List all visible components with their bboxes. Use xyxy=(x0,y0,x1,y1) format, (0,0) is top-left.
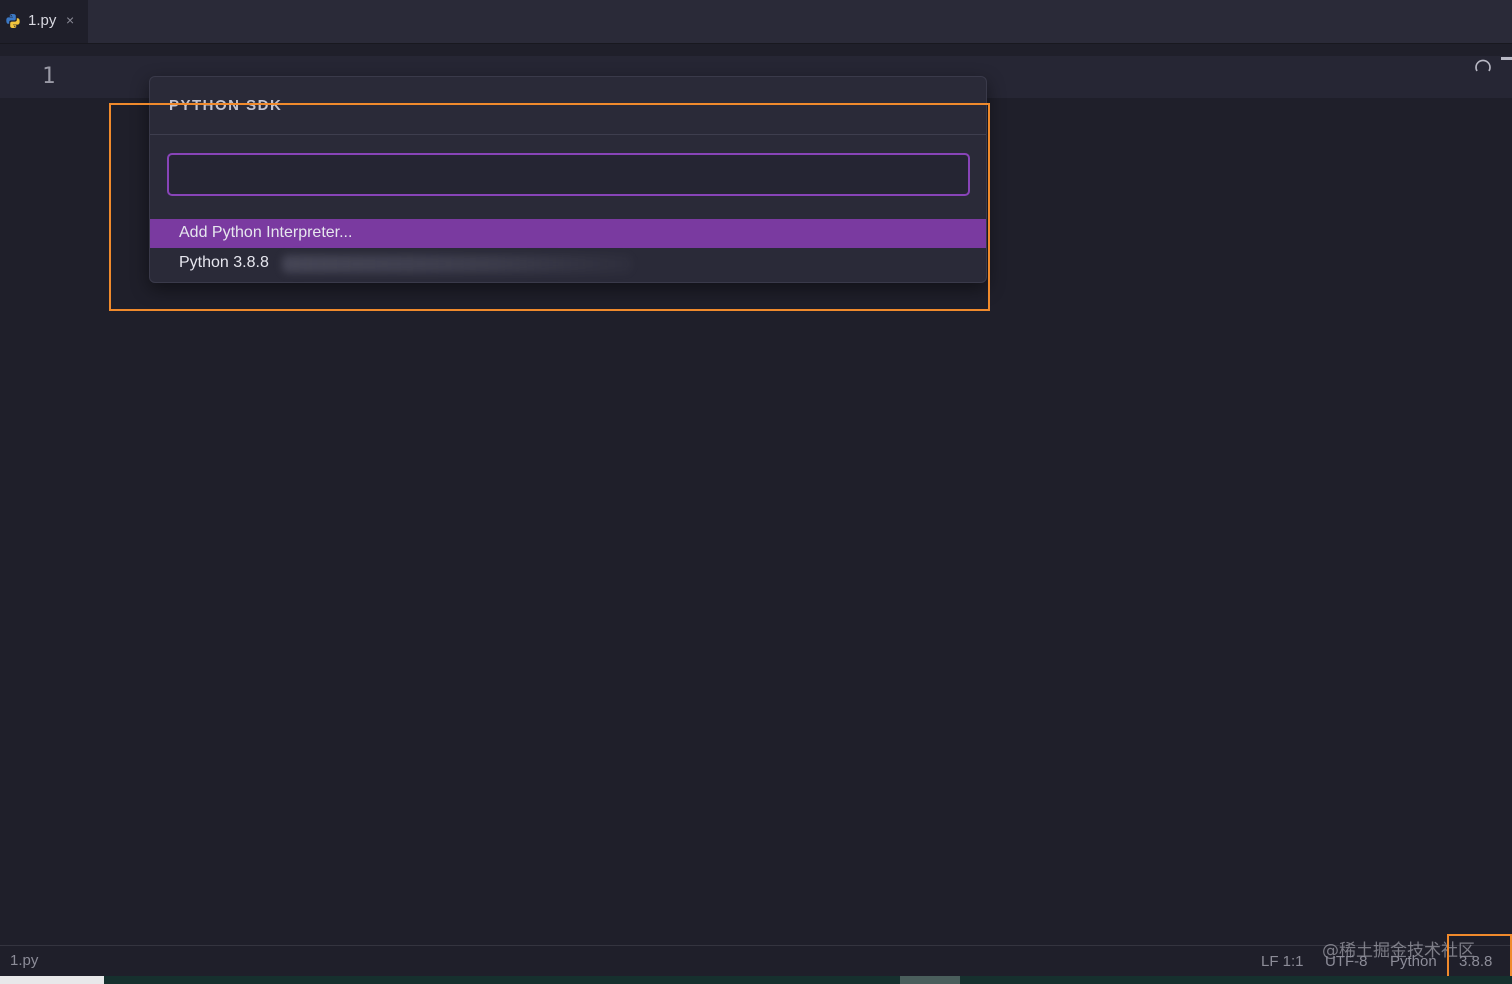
list-item-add-interpreter[interactable]: Add Python Interpreter... xyxy=(150,219,986,248)
status-language[interactable]: Python xyxy=(1390,953,1437,970)
status-file-name: 1.py xyxy=(10,952,39,969)
blurred-interpreter-path xyxy=(282,255,632,273)
status-interpreter-version[interactable]: 3.8.8 xyxy=(1459,953,1492,970)
list-item-python-3-8-8[interactable]: Python 3.8.8 xyxy=(150,249,986,278)
popup-divider xyxy=(150,134,986,135)
status-line-ending-position[interactable]: LF 1:1 xyxy=(1261,953,1304,970)
tab-label: 1.py xyxy=(28,12,57,29)
line-number: 1 xyxy=(42,64,56,89)
loading-spinner-icon xyxy=(1475,59,1491,72)
popup-title: PYTHON SDK xyxy=(169,97,283,114)
sdk-search-input[interactable] xyxy=(167,153,970,196)
tab-1py[interactable]: 1.py × xyxy=(0,0,88,43)
horizontal-scrollbar-thumb[interactable] xyxy=(900,976,960,984)
python-icon xyxy=(6,14,20,28)
taskbar-segment xyxy=(0,976,104,984)
minimize-icon[interactable] xyxy=(1501,57,1512,60)
list-item-label: Python 3.8.8 xyxy=(179,254,269,271)
close-icon[interactable]: × xyxy=(66,12,74,28)
list-item-label: Add Python Interpreter... xyxy=(179,224,353,241)
status-bar: 1.py @稀土掘金技术社区 LF 1:1 UTF-8 Python 3.8.8 xyxy=(0,941,1512,977)
tab-bar: 1.py × xyxy=(0,0,1512,44)
app-window: 1.py × 1 PYTHON SDK Add Python Interpret… xyxy=(0,0,1512,984)
python-sdk-popup: PYTHON SDK Add Python Interpreter... Pyt… xyxy=(149,76,987,283)
status-encoding[interactable]: UTF-8 xyxy=(1325,953,1368,970)
bottom-strip xyxy=(0,976,1512,984)
